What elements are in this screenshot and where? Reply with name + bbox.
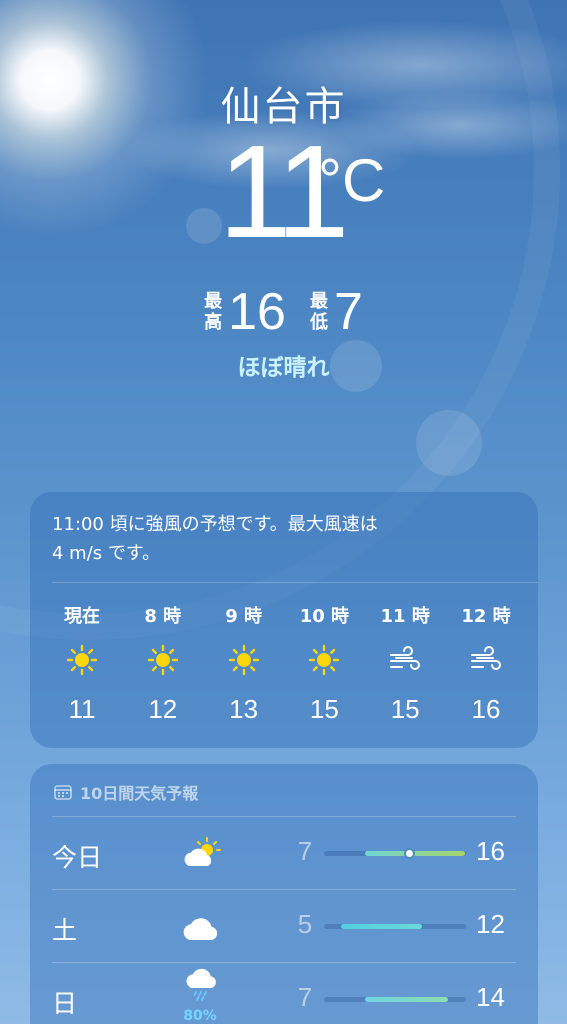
sun-icon [147, 644, 179, 676]
low-temp: 7 [297, 836, 313, 866]
ten-day-forecast-card[interactable]: 10日間天気予報 今日 7 16 土 5 12 日 80% 7 14 [30, 764, 538, 1024]
low-temp: 5 [297, 909, 313, 939]
forecast-day: 日 [52, 989, 78, 1018]
low-temp: 7 [297, 982, 313, 1012]
temp-range-fill [341, 924, 422, 929]
temperature-unit: °C [318, 147, 386, 214]
hourly-list[interactable]: 現在 11 8 時 12 9 時 13 10 時 15 11 時 15 12 時… [42, 602, 526, 725]
high-temp: 14 [476, 982, 505, 1012]
divider [52, 582, 538, 583]
hour-item: 8 時 12 [144, 606, 182, 724]
temp-range-bar [324, 848, 466, 859]
rain-icon [180, 966, 224, 1006]
forecast-row[interactable]: 土 5 12 [30, 889, 538, 961]
high-temp: 12 [476, 909, 505, 939]
temp-range-bar [324, 924, 466, 929]
current-weather-header: 仙台市 11 °C 最 高 16 最 低 7 ほぼ晴れ [0, 74, 567, 382]
hourly-forecast-card[interactable]: 11:00 頃に強風の予想です。最大風速は 4 m/s です。 現在 11 8 … [30, 492, 538, 748]
low-temperature: 7 [333, 283, 363, 341]
forecast-day: 今日 [52, 843, 103, 872]
wind-icon [388, 644, 422, 676]
condition-text: ほぼ晴れ [237, 355, 330, 381]
current-temp-marker [404, 848, 416, 859]
forecast-row[interactable]: 今日 7 16 [30, 816, 538, 888]
low-label: 最 低 [309, 291, 328, 333]
precipitation-chance: 80% [183, 1008, 217, 1024]
cloud-icon [180, 907, 224, 947]
sun-icon [66, 644, 98, 676]
temp-range-bar [324, 997, 466, 1002]
hour-item: 11 時 15 [380, 606, 430, 724]
forecast-row[interactable]: 日 80% 7 14 [30, 962, 538, 1024]
calendar-icon [54, 785, 72, 800]
forecast-day: 土 [52, 916, 78, 945]
high-temperature: 16 [228, 283, 286, 341]
forecast-title: 10日間天気予報 [30, 764, 538, 804]
high-label: 最 高 [204, 291, 223, 333]
partly-sunny-icon [180, 834, 224, 874]
sun-icon [308, 644, 340, 676]
wind-alert: 11:00 頃に強風の予想です。最大風速は 4 m/s です。 [52, 514, 378, 564]
high-low-row: 最 高 16 最 低 7 [0, 286, 567, 338]
hour-item: 現在 11 [64, 606, 100, 724]
hour-item: 12 時 16 [461, 606, 511, 724]
wind-icon [469, 644, 503, 676]
hour-item: 10 時 15 [299, 606, 350, 724]
temp-range-fill [365, 997, 448, 1002]
sun-icon [228, 644, 260, 676]
high-temp: 16 [476, 836, 505, 866]
hour-item: 9 時 13 [225, 606, 262, 724]
